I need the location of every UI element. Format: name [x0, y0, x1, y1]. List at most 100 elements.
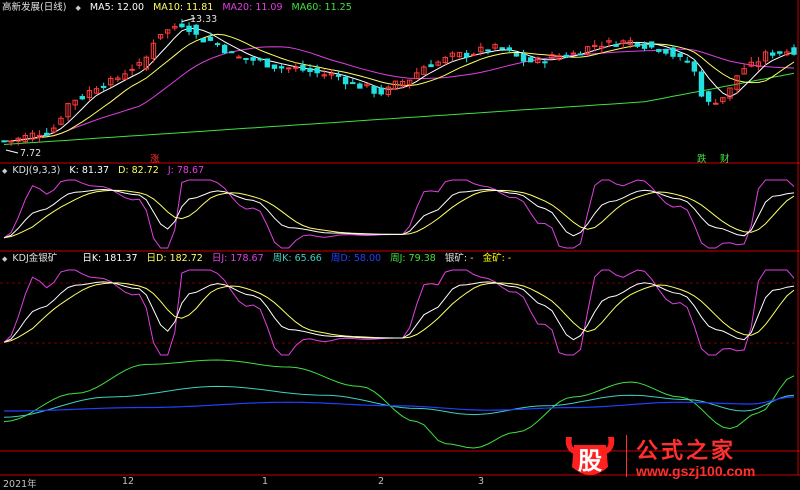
candle-body: [542, 61, 548, 64]
candle-body: [314, 67, 320, 74]
watermark-url: www.gszj100.com: [636, 463, 756, 479]
candle-body: [634, 42, 641, 47]
candle-body: [100, 85, 107, 88]
candle-body: [200, 38, 206, 43]
daily-k-line: [3, 281, 795, 343]
candle-body: [777, 51, 783, 54]
x-tick-label: 2: [378, 476, 385, 487]
weekly-k-value: 周K: 65.66: [272, 253, 322, 264]
candle-body: [677, 53, 683, 58]
ma10-value: MA10: 11.81: [153, 2, 214, 13]
candle-body: [378, 87, 384, 95]
panel-dividers: [0, 0, 800, 476]
candle-body: [698, 71, 705, 97]
low-price-label: 7.72: [20, 148, 42, 159]
series-marker-icon: ◆: [2, 255, 8, 263]
watermark-text: 公式之家: [636, 438, 737, 464]
candle-body: [264, 58, 271, 68]
candle-body: [563, 54, 569, 58]
candle-body: [670, 47, 676, 57]
candle-body: [257, 58, 263, 61]
price-panel: [1, 17, 797, 154]
candle-body: [663, 48, 669, 54]
candle-body: [684, 60, 690, 63]
kdj2-panel-header: ◆ KDJ金银矿 日K: 181.37 日D: 182.72 日J: 178.6…: [2, 252, 517, 266]
kdj-panel: [3, 179, 795, 249]
candle-body: [293, 66, 299, 69]
candle-body: [570, 52, 577, 55]
candle-body: [250, 57, 256, 61]
price-panel-header: 高新发展(日线) ◆ MA5: 12.00 MA10: 11.81 MA20: …: [2, 1, 358, 15]
drop-marker: 跌: [697, 154, 707, 165]
low-pointer: [5, 149, 19, 154]
kdj-d-line: [3, 189, 795, 239]
kdj-d-value: D: 82.72: [118, 165, 159, 176]
candle-body: [527, 57, 534, 63]
candle-body: [342, 76, 349, 85]
candle-body: [8, 140, 14, 143]
ma20-line: [3, 46, 795, 142]
bull-logo-icon: 股: [565, 437, 615, 475]
candle-body: [520, 53, 527, 62]
weekly-j-value: 周J: 79.38: [390, 253, 436, 264]
daily-k-value: 日K: 181.37: [82, 253, 138, 264]
candle-body: [769, 52, 776, 56]
candle-body: [278, 66, 285, 69]
candle-body: [236, 56, 242, 59]
ma5-value: MA5: 12.00: [89, 2, 145, 13]
candle-body: [463, 52, 470, 58]
candle-body: [648, 41, 655, 48]
candle-body: [713, 102, 719, 105]
kdj-title: KDJ(9,3,3): [12, 165, 61, 176]
gold-signal: 金矿: -: [482, 253, 512, 264]
candle-body: [214, 43, 221, 46]
x-tick-label: 3: [478, 476, 485, 487]
candle-body: [371, 85, 377, 94]
kdj2-title: KDJ金银矿: [12, 253, 58, 264]
daily-j-value: 日J: 178.67: [211, 253, 264, 264]
x-tick-label: 12: [122, 476, 135, 487]
candle-body: [271, 64, 278, 69]
candle-body: [357, 83, 363, 89]
daily-d-line: [3, 282, 795, 343]
limit-up-marker: 涨: [150, 154, 160, 165]
candle-body: [791, 47, 797, 55]
candle-body: [44, 132, 50, 136]
series-marker-icon: ◆: [2, 167, 8, 175]
candle-body: [506, 47, 513, 51]
candle-body: [499, 47, 505, 50]
finance-marker: 财: [720, 154, 730, 165]
site-watermark: 股 公式之家 www.gszj100.com: [556, 431, 780, 481]
candle-body: [705, 91, 712, 102]
candle-body: [641, 43, 648, 49]
kdj-k-value: K: 81.37: [69, 165, 110, 176]
candle-body: [577, 53, 584, 56]
candle-body: [307, 67, 313, 72]
candle-body: [186, 25, 192, 32]
x-tick-label: 2021年: [3, 479, 37, 490]
candle-body: [613, 44, 619, 47]
candle-body: [193, 24, 199, 35]
candle-body: [656, 49, 662, 52]
candle-body: [79, 96, 85, 100]
candle-body: [485, 49, 491, 52]
candle-body: [229, 51, 235, 54]
high-price-label: 13.33: [190, 14, 218, 25]
kdj-j-value: J: 78.67: [167, 165, 205, 176]
candle-body: [471, 53, 477, 56]
candle-body: [1, 140, 7, 143]
daily-d-value: 日D: 182.72: [146, 253, 203, 264]
candle-body: [428, 64, 434, 68]
candle-body: [513, 53, 520, 57]
candle-body: [300, 64, 306, 71]
watermark-divider: [626, 435, 627, 477]
candle-body: [243, 57, 249, 60]
ma20-value: MA20: 11.09: [222, 2, 283, 13]
candle-body: [691, 61, 698, 72]
ma60-value: MA60: 11.25: [291, 2, 352, 13]
ma60-line: [3, 72, 795, 145]
candle-body: [207, 36, 214, 41]
silver-signal: 银矿: -: [444, 253, 474, 264]
logo-char: 股: [578, 447, 602, 475]
kdj-gold-silver-panel: [0, 269, 798, 449]
